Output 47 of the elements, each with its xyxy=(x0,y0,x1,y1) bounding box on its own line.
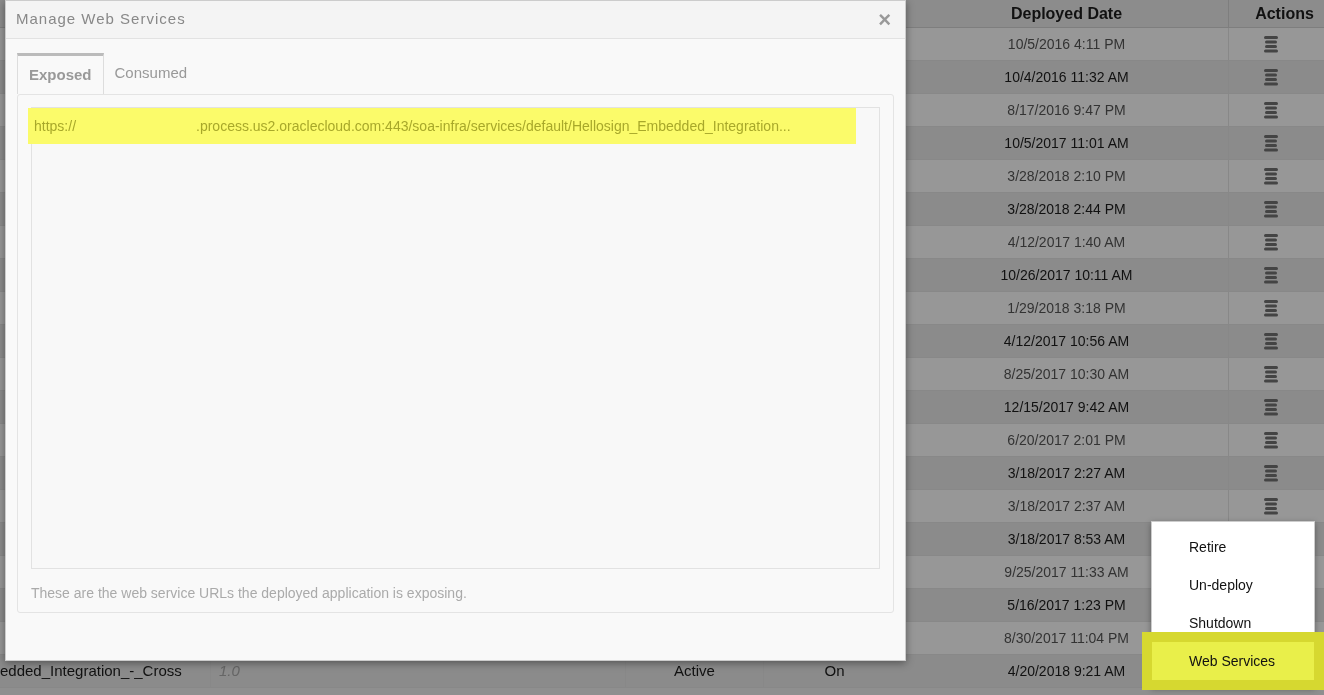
menu-icon[interactable] xyxy=(1261,365,1280,383)
menu-icon[interactable] xyxy=(1261,200,1280,218)
table-cell-text: 3/18/2017 2:27 AM xyxy=(1007,463,1126,483)
table-cell-text: 1/29/2018 3:18 PM xyxy=(1007,298,1126,318)
menu-icon[interactable] xyxy=(1261,35,1280,53)
table-cell-text: 4/12/2017 1:40 AM xyxy=(1007,232,1126,252)
menu-icon[interactable] xyxy=(1261,398,1280,416)
menu-icon[interactable] xyxy=(1261,299,1280,317)
table-cell-text: 3/28/2018 2:10 PM xyxy=(1007,166,1126,186)
table-cell-text: 4/20/2018 9:21 AM xyxy=(1007,661,1126,681)
menu-icon[interactable] xyxy=(1261,431,1280,449)
table-cell-text: 3/18/2017 8:53 AM xyxy=(1007,529,1126,549)
url-text: .process.us2.oraclecloud.com:443/soa-infra/services/default/Hellosign_Embedded_Integration... xyxy=(196,116,791,136)
menu-icon[interactable] xyxy=(1261,266,1280,284)
table-cell-text: Active xyxy=(674,660,715,681)
menu-icon[interactable] xyxy=(1261,464,1280,482)
table-cell-text: 10/5/2016 4:11 PM xyxy=(1007,34,1126,54)
column-header: Actions xyxy=(1228,0,1324,27)
table-cell-text: 10/26/2017 10:11 AM xyxy=(1000,265,1133,285)
table-cell-text: edded_Integration_-_Cross xyxy=(0,660,182,681)
table-cell-text: 8/30/2017 11:04 PM xyxy=(1003,628,1130,648)
url-text: https:// xyxy=(34,116,77,136)
help-text: These are the web service URLs the deployed application is exposing. xyxy=(31,584,468,603)
column-header: Deployed Date xyxy=(1009,3,1124,24)
table-cell-text: 12/15/2017 9:42 AM xyxy=(1003,397,1130,417)
table-cell-text: On xyxy=(824,660,845,681)
menu-icon[interactable] xyxy=(1261,233,1280,251)
menu-icon[interactable] xyxy=(1261,68,1280,86)
table-cell-text: 5/16/2017 1:23 PM xyxy=(1007,595,1126,615)
table-cell-text: 8/17/2016 9:47 PM xyxy=(1007,100,1126,120)
dialog-title: Manage Web Services xyxy=(16,9,186,30)
table-cell-text: 4/12/2017 10:56 AM xyxy=(1003,331,1130,351)
menu-item[interactable]: Shutdown xyxy=(1152,604,1314,642)
menu-icon[interactable] xyxy=(1261,101,1280,119)
menu-icon[interactable] xyxy=(1261,497,1280,515)
menu-icon[interactable] xyxy=(1261,332,1280,350)
menu-item[interactable]: Retire xyxy=(1152,528,1314,566)
menu-icon[interactable] xyxy=(1261,167,1280,185)
table-cell-text: 6/20/2017 2:01 PM xyxy=(1007,430,1126,450)
table-cell-text: 10/5/2017 11:01 AM xyxy=(1004,133,1129,153)
table-cell-text: 10/4/2016 11:32 AM xyxy=(1004,67,1129,87)
table-cell-text: 8/25/2017 10:30 AM xyxy=(1003,364,1130,384)
table-cell-text: 3/18/2017 2:37 AM xyxy=(1007,496,1126,516)
table-cell-text: 3/28/2018 2:44 PM xyxy=(1007,199,1126,219)
menu-icon[interactable] xyxy=(1261,134,1280,152)
menu-item[interactable]: Un-deploy xyxy=(1152,566,1314,604)
table-cell-text: 9/25/2017 11:33 AM xyxy=(1004,562,1129,582)
